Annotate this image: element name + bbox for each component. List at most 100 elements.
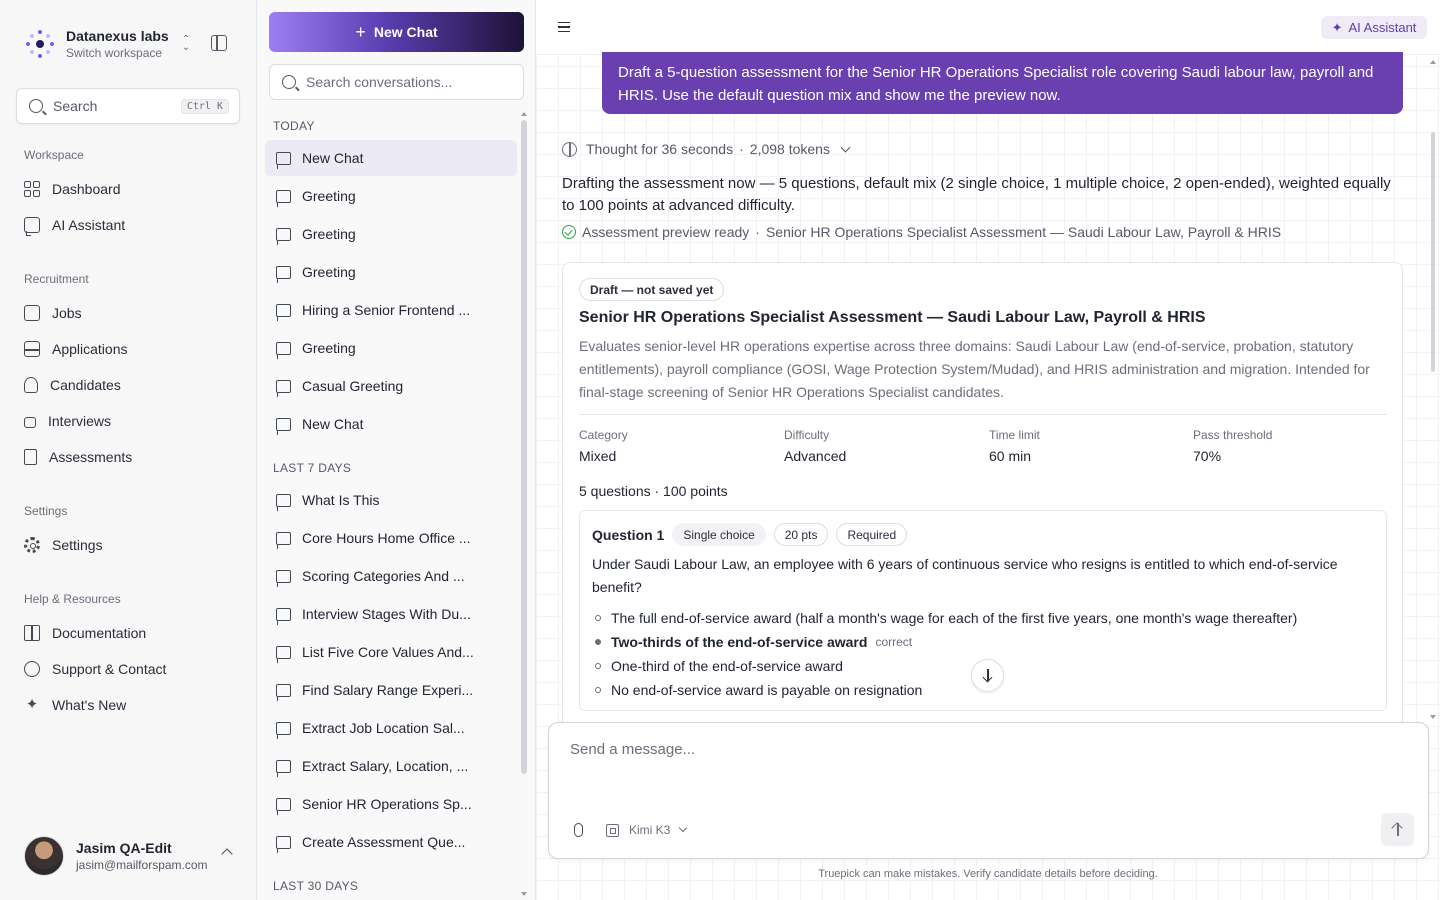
conversation-item[interactable]: Hiring a Senior Frontend ... — [265, 292, 517, 328]
conversation-search[interactable] — [269, 64, 524, 100]
nav-documentation[interactable]: Documentation — [24, 623, 146, 643]
nav-label: Settings — [52, 537, 103, 553]
nav-dashboard[interactable]: Dashboard — [24, 179, 121, 199]
cpu-icon — [606, 823, 619, 837]
conversation-title: Scoring Categories And ... — [302, 568, 465, 584]
conversation-item[interactable]: Senior HR Operations Sp... — [265, 786, 517, 822]
workspace-switcher[interactable]: Datanexus labs Switch workspace ⌃ ⌄ — [24, 24, 239, 64]
chat-bubble-icon — [276, 227, 291, 245]
scroll-to-bottom-button[interactable] — [971, 659, 1004, 692]
separator: · — [739, 141, 744, 157]
nav-settings[interactable]: Settings — [24, 535, 103, 555]
meta-category: Category Mixed — [579, 428, 628, 464]
sidebar-search[interactable]: Search Ctrl K — [16, 88, 240, 124]
conversation-scrollbar[interactable] — [521, 120, 527, 774]
conversation-item[interactable]: List Five Core Values And... — [265, 634, 517, 670]
conversation-item[interactable]: Scoring Categories And ... — [265, 558, 517, 594]
conversation-item[interactable]: Greeting — [265, 330, 517, 366]
nav-assessments[interactable]: Assessments — [24, 447, 132, 467]
collapse-sidebar-icon[interactable] — [211, 35, 227, 51]
message-input[interactable] — [570, 741, 1400, 801]
nav-label: Applications — [52, 341, 128, 357]
send-button[interactable] — [1381, 813, 1414, 846]
conversation-item[interactable]: Core Hours Home Office ... — [265, 520, 517, 556]
user-menu[interactable]: Jasim QA-Edit jasim@mailforspam.com — [24, 834, 239, 878]
chat-scrollbar[interactable] — [1431, 132, 1435, 372]
status-badge: Draft — not saved yet — [579, 278, 725, 301]
assessment-title: Senior HR Operations Specialist Assessme… — [579, 309, 1206, 326]
chat-topbar: ✦ AI Assistant — [536, 0, 1440, 55]
bullet-icon — [595, 687, 601, 693]
user-email: jasim@mailforspam.com — [76, 858, 208, 872]
video-icon — [24, 416, 36, 428]
nav-interviews[interactable]: Interviews — [24, 411, 111, 431]
nav-support[interactable]: Support & Contact — [24, 659, 166, 679]
user-name: Jasim QA-Edit — [76, 840, 172, 856]
ai-assistant-badge[interactable]: ✦ AI Assistant — [1321, 16, 1427, 39]
bullet-icon — [595, 663, 601, 669]
conversation-item[interactable]: What Is This — [265, 482, 517, 518]
chat-bubble-icon — [276, 417, 291, 435]
conversation-item[interactable]: Extract Job Location Sal... — [265, 710, 517, 746]
dashboard-icon — [24, 181, 40, 197]
nav-whats-new[interactable]: ✦ What's New — [24, 695, 127, 715]
conversation-item[interactable]: Greeting — [265, 254, 517, 290]
scroll-down-arrow[interactable] — [521, 892, 527, 896]
meta-key: Time limit — [989, 428, 1040, 442]
clipboard-icon — [24, 449, 37, 465]
workspace-logo-icon — [24, 28, 56, 60]
conversation-item[interactable]: Extract Salary, Location, ... — [265, 748, 517, 784]
nav-label: Support & Contact — [52, 661, 167, 677]
conversation-item[interactable]: Find Salary Range Experi... — [265, 672, 517, 708]
nav-label: Candidates — [50, 377, 121, 393]
meta-key: Pass threshold — [1193, 428, 1273, 442]
conversation-item[interactable]: New Chat — [265, 140, 517, 176]
chat-bubble-icon — [276, 303, 291, 321]
chat-bubble-icon — [276, 493, 291, 511]
conversation-item[interactable]: Casual Greeting — [265, 368, 517, 404]
question-type-badge: Single choice — [672, 523, 766, 546]
menu-icon[interactable] — [558, 22, 570, 32]
conversation-item[interactable]: Interview Stages With Du... — [265, 596, 517, 632]
section-title-recruitment: Recruitment — [24, 272, 89, 286]
meta-pass-threshold: Pass threshold 70% — [1193, 428, 1272, 464]
plus-icon: + — [355, 21, 366, 42]
new-chat-label: New Chat — [373, 24, 438, 40]
conversation-item[interactable]: New Chat — [265, 406, 517, 442]
nav-label: What's New — [52, 697, 127, 713]
chat-bubble-icon — [276, 759, 291, 777]
scroll-down-arrow[interactable] — [1430, 715, 1436, 719]
new-chat-button[interactable]: + New Chat — [269, 12, 524, 52]
status-title: Senior HR Operations Specialist Assessme… — [765, 224, 1282, 240]
question-summary: 5 questions · 100 points — [579, 483, 728, 499]
conversation-item[interactable]: Create Assessment Que... — [265, 824, 517, 860]
scroll-up-arrow[interactable] — [521, 112, 527, 116]
nav-jobs[interactable]: Jobs — [24, 303, 82, 323]
chat-bubble-icon — [276, 265, 291, 283]
conversation-item[interactable]: Greeting — [265, 216, 517, 252]
chat-main: ✦ AI Assistant Draft a 5-question assess… — [536, 0, 1440, 900]
correct-tag: correct — [875, 635, 913, 649]
model-selector[interactable]: Kimi K3 — [606, 823, 688, 837]
paperclip-icon[interactable] — [574, 823, 583, 837]
nav-ai-assistant[interactable]: AI Assistant — [24, 215, 125, 236]
chat-bubble-icon — [276, 835, 291, 853]
thought-summary[interactable]: Thought for 36 seconds · 2,098 tokens — [562, 140, 851, 158]
conversation-title: New Chat — [302, 150, 364, 166]
scroll-up-arrow[interactable] — [1430, 60, 1436, 64]
search-icon — [29, 99, 43, 113]
thought-text: Thought for 36 seconds — [586, 141, 734, 157]
separator: · — [755, 224, 760, 240]
meta-key: Difficulty — [784, 428, 830, 442]
conversation-search-input[interactable] — [306, 74, 506, 90]
nav-applications[interactable]: Applications — [24, 339, 128, 359]
workspace-name: Datanexus labs — [66, 28, 169, 44]
conversation-item[interactable]: Greeting — [265, 178, 517, 214]
gear-icon — [24, 537, 40, 553]
option-item: The full end-of-service award (half a mo… — [592, 606, 1372, 630]
chevrons-up-down-icon[interactable]: ⌃ ⌄ — [180, 35, 192, 54]
section-title-workspace: Workspace — [24, 148, 84, 162]
conversation-list: + New Chat TODAY New Chat Greeting Greet… — [257, 0, 536, 900]
nav-candidates[interactable]: Candidates — [24, 375, 121, 395]
conversation-title: Extract Job Location Sal... — [302, 720, 465, 736]
